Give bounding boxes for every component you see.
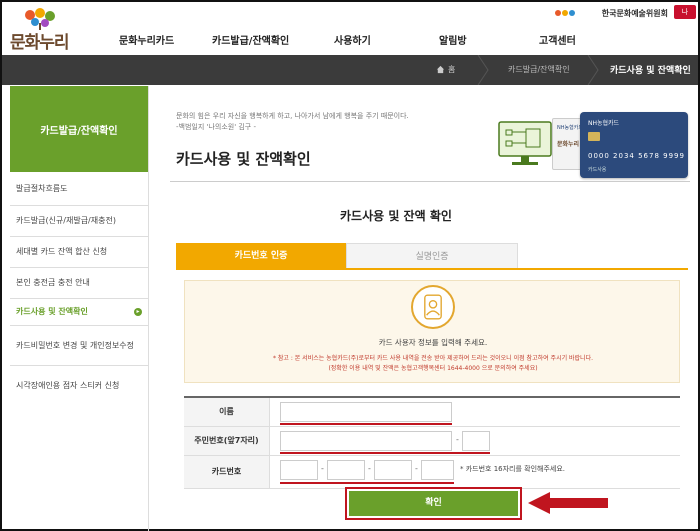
sidebar-item-flow[interactable]: 발급절차흐름도 <box>10 172 148 206</box>
card-part-1-input[interactable] <box>280 460 318 480</box>
dash-separator: - <box>415 464 418 473</box>
quote-author: -백범일지 '나의소원' 김구 - <box>176 123 256 131</box>
sidebar-item-balance[interactable]: 카드사용 및 잔액확인 ▸ <box>10 299 148 326</box>
card1-brand: 문화누리 <box>557 141 580 148</box>
home-icon[interactable] <box>436 65 445 74</box>
chevron-right-icon <box>587 55 599 85</box>
nav-item-usage[interactable]: 사용하기 <box>334 32 371 47</box>
name-input[interactable] <box>280 402 452 422</box>
breadcrumb: 홈 카드발급/잔액확인 카드사용 및 잔액확인 <box>2 55 698 85</box>
card-foot: 카드사용 <box>588 167 607 173</box>
chevron-right-icon <box>477 55 489 85</box>
card-label: 카드번호 <box>184 456 270 488</box>
name-label: 이름 <box>184 398 270 426</box>
card-bank-name: NH농협카드 <box>588 120 620 127</box>
info-note: (정확한 이용 내역 및 잔액은 농협고객행복센터 1644-4000 으로 문… <box>328 365 538 372</box>
id-front-input[interactable] <box>280 431 452 451</box>
sidebar-item-braille[interactable]: 시각장애인용 점자 스티커 신청 <box>10 366 148 406</box>
tab-underline <box>176 268 688 270</box>
breadcrumb-current[interactable]: 카드사용 및 잔액확인 <box>610 63 691 76</box>
sidebar-item-label: 카드발급(신규/재발급/재충전) <box>16 216 116 225</box>
confirm-highlight: 확인 <box>345 487 522 520</box>
info-box: 카드 사용자 정보를 입력해 주세요. * 참고 : 본 서비스는 농협카드(주… <box>184 280 680 383</box>
tab-card-number[interactable]: 카드번호 인증 <box>176 243 346 269</box>
top-header: 문화누리 한국문화예술위원회 나 문화누리카드 카드발급/잔액확인 사용하기 알… <box>2 2 698 55</box>
sidebar-item-label: 세대별 카드 잔액 합산 신청 <box>16 247 108 256</box>
arrow-left-icon <box>528 492 608 514</box>
highlight-underline <box>280 423 452 425</box>
card-chip-icon <box>588 132 600 141</box>
sidebar-item-label: 발급절차흐름도 <box>16 183 68 193</box>
form-row-name: 이름 <box>184 398 680 427</box>
section-title: 카드사용 및 잔액 확인 <box>340 209 452 223</box>
breadcrumb-home[interactable]: 홈 <box>448 64 455 75</box>
title-divider <box>170 181 690 182</box>
highlight-underline <box>280 452 490 454</box>
sidebar-header: 카드발급/잔액확인 <box>10 86 148 172</box>
dash-separator: - <box>321 464 324 473</box>
arrow-right-icon: ▸ <box>134 308 142 316</box>
card-part-2-input[interactable] <box>327 460 365 480</box>
info-main-text: 카드 사용자 정보를 입력해 주세요. <box>378 338 488 347</box>
page-title: 카드사용 및 잔액확인 <box>176 150 311 168</box>
card-part-3-input[interactable] <box>374 460 412 480</box>
org-logo-icon <box>555 10 575 16</box>
sidebar-menu: 발급절차흐름도 카드발급(신규/재발급/재충전) 세대별 카드 잔액 합산 신청… <box>10 172 148 406</box>
sidebar-divider <box>148 86 149 531</box>
tab-real-name[interactable]: 실명인증 <box>346 243 518 269</box>
id-back-input[interactable] <box>462 431 490 451</box>
sidebar-item-label: 카드비밀번호 변경 및 개인정보수정 <box>16 340 135 350</box>
highlight-underline <box>280 482 454 484</box>
breadcrumb-parent[interactable]: 카드발급/잔액확인 <box>508 64 570 75</box>
sidebar-item-label: 시각장애인용 점자 스티커 신청 <box>16 381 120 390</box>
card-number-sample: 0000 2034 5678 9999 <box>588 152 685 160</box>
sidebar-item-recharge[interactable]: 본인 충전금 충전 안내 <box>10 268 148 299</box>
sidebar-item-password[interactable]: 카드비밀번호 변경 및 개인정보수정 <box>10 326 148 366</box>
card-part-4-input[interactable] <box>421 460 454 480</box>
sidebar-item-issue[interactable]: 카드발급(신규/재발급/재충전) <box>10 206 148 237</box>
intro-quote: 문화의 힘은 우리 자신을 행복하게 하고, 나아가서 남에게 행복을 주기 때… <box>176 111 476 133</box>
org-name[interactable]: 한국문화예술위원회 <box>602 8 668 19</box>
main-nav: 문화누리카드 카드발급/잔액확인 사용하기 알림방 고객센터 <box>2 32 698 52</box>
form-row-id: 주민번호(앞7자리) - <box>184 427 680 456</box>
nav-item-support[interactable]: 고객센터 <box>539 32 576 47</box>
sidebar-title: 카드발급/잔액확인 <box>40 126 118 137</box>
nav-item-issue[interactable]: 카드발급/잔액확인 <box>212 32 289 47</box>
quote-line: 문화의 힘은 우리 자신을 행복하게 하고, 나아가서 남에게 행복을 주기 때… <box>176 112 409 120</box>
card-illustration-front: NH농협카드 0000 2034 5678 9999 카드사용 <box>580 112 688 178</box>
id-label: 주민번호(앞7자리) <box>184 427 270 455</box>
confirm-button[interactable]: 확인 <box>349 491 518 516</box>
sidebar-item-label: 본인 충전금 충전 안내 <box>16 278 90 287</box>
form-row-card: 카드번호 - - - * 카드번호 16자리를 확인해주세요. <box>184 456 680 489</box>
monitor-illustration-icon <box>498 121 552 165</box>
dash-separator: - <box>456 435 459 444</box>
dash-separator: - <box>368 464 371 473</box>
card-hint: * 카드번호 16자리를 확인해주세요. <box>460 465 566 473</box>
lang-button[interactable]: 나 <box>674 5 696 19</box>
sidebar-item-household[interactable]: 세대별 카드 잔액 합산 신청 <box>10 237 148 268</box>
user-id-icon <box>411 285 455 329</box>
sidebar-item-label: 카드사용 및 잔액확인 <box>16 307 88 316</box>
verification-form: 이름 주민번호(앞7자리) - 카드번호 - - - * 카드번호 16자리를 … <box>184 396 680 489</box>
nav-item-notice[interactable]: 알림방 <box>439 32 467 47</box>
nav-item-card[interactable]: 문화누리카드 <box>119 32 174 47</box>
info-note: * 참고 : 본 서비스는 농협카드(주)로부터 카드 사용 내역을 전송 받아… <box>272 355 594 362</box>
